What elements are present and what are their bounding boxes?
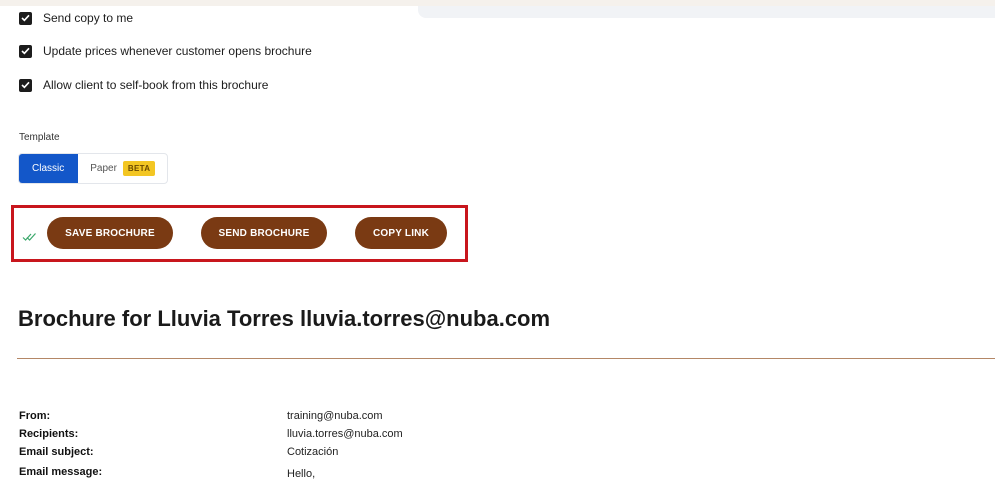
- update-prices-checkbox-row[interactable]: Update prices whenever customer opens br…: [19, 43, 312, 59]
- update-prices-label: Update prices whenever customer opens br…: [43, 44, 312, 58]
- send-copy-checkbox-row[interactable]: Send copy to me: [19, 10, 133, 26]
- update-prices-checkbox[interactable]: [19, 44, 32, 58]
- recipients-value: lluvia.torres@nuba.com: [287, 428, 403, 440]
- send-copy-checkbox[interactable]: [19, 11, 32, 25]
- copy-link-button[interactable]: COPY LINK: [355, 217, 447, 249]
- template-label: Template: [19, 132, 60, 143]
- email-message-label: Email message:: [19, 466, 103, 478]
- self-book-checkbox[interactable]: [19, 78, 32, 92]
- email-subject-label: Email subject:: [19, 446, 94, 458]
- section-divider: [17, 358, 995, 359]
- brochure-title: Brochure for Lluvia Torres lluvia.torres…: [18, 306, 551, 331]
- email-message-value: Hello,: [287, 468, 316, 480]
- recipients-label: Recipients:: [19, 428, 79, 440]
- template-option-classic-label: Classic: [32, 163, 65, 174]
- self-book-checkbox-row[interactable]: Allow client to self-book from this broc…: [19, 77, 268, 93]
- beta-badge: BETA: [122, 161, 156, 176]
- from-label: From:: [19, 410, 51, 422]
- template-option-paper-label: Paper: [90, 163, 117, 174]
- double-check-icon: [22, 229, 37, 247]
- send-brochure-button[interactable]: SEND BROCHURE: [201, 217, 327, 249]
- self-book-label: Allow client to self-book from this broc…: [43, 78, 269, 92]
- brochure-page: Send copy to me Update prices whenever c…: [0, 0, 995, 488]
- send-copy-label: Send copy to me: [43, 11, 134, 25]
- template-selector: Classic Paper BETA: [18, 153, 169, 184]
- from-value: training@nuba.com: [287, 410, 383, 422]
- email-subject-value: Cotización: [287, 446, 339, 458]
- checkmark-icon: [21, 47, 30, 55]
- checkmark-icon: [21, 14, 30, 22]
- top-panel: [418, 6, 995, 18]
- template-option-classic[interactable]: Classic: [19, 154, 79, 183]
- save-brochure-button[interactable]: SAVE BROCHURE: [47, 217, 173, 249]
- template-option-paper[interactable]: Paper BETA: [78, 154, 167, 183]
- checkmark-icon: [21, 81, 30, 89]
